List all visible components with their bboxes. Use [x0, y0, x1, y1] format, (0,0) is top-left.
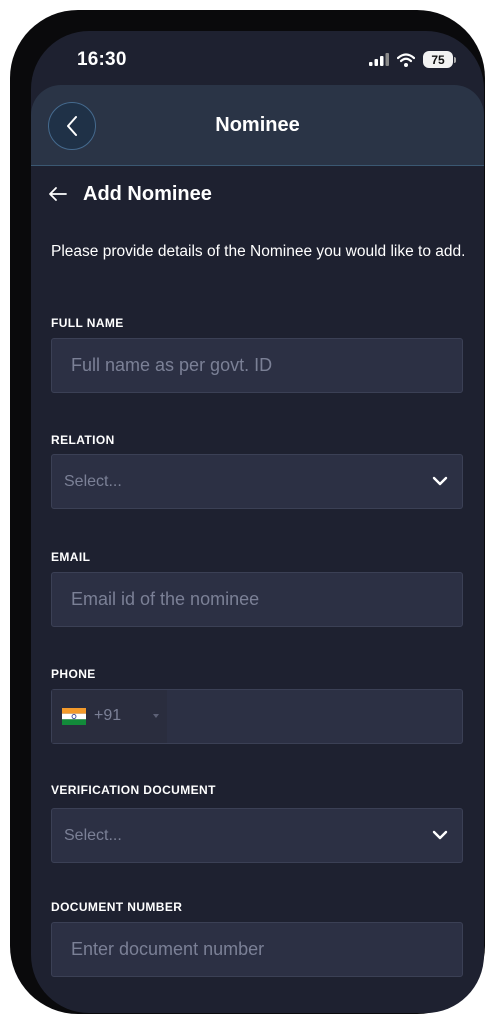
chevron-down-icon [432, 476, 448, 486]
status-time: 16:30 [77, 49, 127, 70]
country-code-select[interactable]: +91 [52, 690, 167, 743]
section-title: Add Nominee [83, 183, 212, 205]
document-number-placeholder: Enter document number [71, 939, 265, 959]
full-name-label: FULL NAME [51, 316, 124, 330]
phone-frame: 16:30 75 Nominee Add Nominee Please prov… [10, 10, 485, 1014]
email-label: EMAIL [51, 550, 91, 564]
caret-down-icon [153, 714, 159, 718]
full-name-placeholder: Full name as per govt. ID [71, 355, 273, 375]
email-field[interactable]: Email id of the nominee [51, 572, 463, 627]
arrow-left-icon[interactable] [47, 185, 69, 203]
chevron-down-icon [432, 830, 448, 840]
verification-document-select[interactable]: Select... [51, 808, 463, 863]
relation-select-value: Select... [64, 473, 122, 490]
document-number-label: DOCUMENT NUMBER [51, 900, 183, 914]
app-header: Nominee [31, 85, 484, 166]
battery-level: 75 [423, 51, 453, 68]
intro-text: Please provide details of the Nominee yo… [51, 243, 466, 260]
relation-select[interactable]: Select... [51, 454, 463, 509]
wifi-icon [397, 52, 415, 67]
email-placeholder: Email id of the nominee [71, 589, 260, 609]
document-number-field[interactable]: Enter document number [51, 922, 463, 977]
battery-icon: 75 [423, 51, 456, 68]
india-flag-icon [62, 708, 86, 725]
page-title: Nominee [215, 114, 300, 136]
verification-document-select-value: Select... [64, 827, 122, 844]
screen: 16:30 75 Nominee Add Nominee Please prov… [31, 31, 484, 1013]
verification-document-label: VERIFICATION DOCUMENT [51, 783, 216, 797]
battery-tip [454, 56, 456, 63]
full-name-field[interactable]: Full name as per govt. ID [51, 338, 463, 393]
status-icons: 75 [369, 51, 456, 68]
phone-label: PHONE [51, 667, 96, 681]
status-bar: 16:30 75 [31, 31, 484, 89]
relation-label: RELATION [51, 433, 115, 447]
phone-field[interactable]: +91 [51, 689, 463, 744]
dial-code: +91 [94, 707, 122, 724]
cellular-signal-icon [369, 53, 389, 66]
